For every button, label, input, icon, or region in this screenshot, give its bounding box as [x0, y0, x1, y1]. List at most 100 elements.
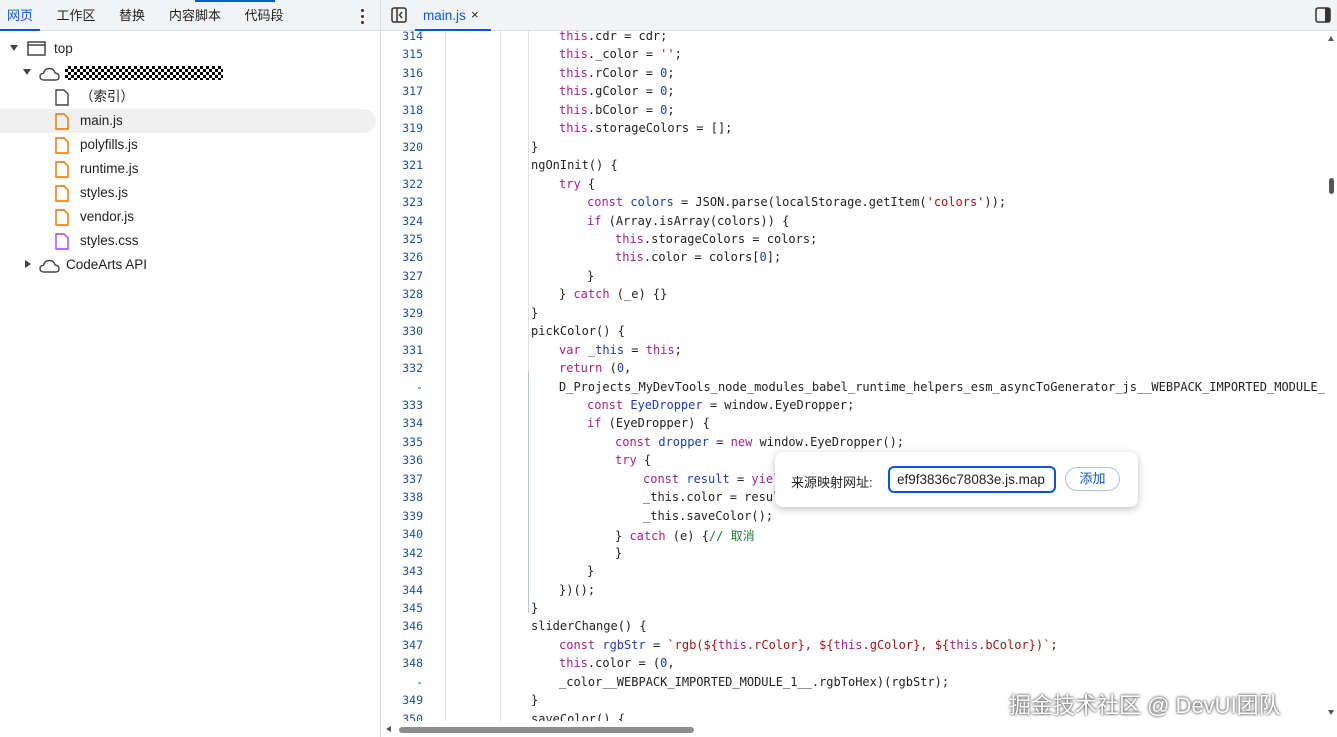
cloud-icon: [39, 67, 60, 81]
scroll-up-icon[interactable]: [1328, 36, 1334, 41]
code-line: }: [615, 545, 623, 560]
line-number: 336: [402, 453, 423, 468]
tree-item-index[interactable]: （索引）: [0, 85, 376, 109]
css-file-icon: [55, 233, 69, 250]
tree-item-vendor-js[interactable]: vendor.js: [0, 205, 376, 229]
line-number: -: [416, 674, 423, 689]
tree-item-origin[interactable]: [0, 61, 376, 85]
tree-item-main-js[interactable]: main.js: [0, 109, 376, 133]
frame-icon: [27, 41, 46, 56]
vertical-scroll-thumb[interactable]: [1329, 178, 1334, 194]
indent-guide: [500, 31, 501, 721]
watermark: 掘金技术社区 @ DevUI团队: [1009, 693, 1281, 718]
toggle-navigator-icon[interactable]: [391, 7, 407, 23]
code-line: this.cdr = cdr;: [559, 31, 668, 43]
line-number: 326: [402, 250, 423, 265]
horizontal-scroll-thumb[interactable]: [399, 727, 694, 733]
tab-content-scripts[interactable]: 内容脚本: [162, 0, 228, 30]
code-line: ngOnInit() {: [531, 158, 618, 173]
cloud-icon: [39, 259, 60, 273]
line-number: 320: [402, 139, 423, 154]
add-button[interactable]: 添加: [1065, 467, 1120, 491]
add-source-map-dialog: 来源映射网址: 添加: [775, 452, 1138, 507]
code-line: if (Array.isArray(colors)) {: [587, 213, 790, 228]
toggle-debugger-icon[interactable]: [1315, 7, 1331, 23]
line-number: 338: [402, 490, 423, 505]
line-number: 324: [402, 213, 423, 228]
tree-item-styles-css[interactable]: styles.css: [0, 229, 376, 253]
tree-label-codearts: CodeArts API: [66, 257, 148, 272]
scroll-left-icon[interactable]: [386, 726, 391, 732]
line-number: 344: [402, 582, 423, 597]
js-file-icon: [55, 113, 69, 130]
tab-snippets[interactable]: 代码段: [238, 0, 290, 30]
expand-arrow-icon[interactable]: [23, 69, 31, 75]
vertical-scrollbar[interactable]: [1325, 31, 1337, 721]
code-line: const rgbStr = `rgb(${this.rColor}, ${th…: [559, 637, 1058, 652]
active-indent-guide: [528, 371, 529, 613]
code-line: const EyeDropper = window.EyeDropper;: [587, 398, 855, 412]
tree-label-file: main.js: [80, 113, 123, 128]
redacted-origin: [65, 66, 223, 80]
document-icon: [55, 89, 69, 106]
horizontal-scrollbar[interactable]: [381, 721, 1325, 737]
line-number: 319: [402, 121, 423, 136]
code-line: }: [531, 693, 539, 708]
js-file-icon: [55, 209, 69, 226]
line-number: 325: [402, 231, 423, 246]
tree-item-top[interactable]: top: [0, 37, 376, 61]
js-file-icon: [55, 137, 69, 154]
line-number: 334: [402, 416, 423, 431]
code-line: pickColor() {: [531, 324, 625, 339]
tree-item-codearts[interactable]: CodeArts API: [0, 253, 376, 277]
editor-tab-main-js[interactable]: main.js ×: [415, 0, 491, 31]
line-number: 328: [402, 287, 423, 302]
line-number: 342: [402, 545, 423, 560]
code-line: this._color = '';: [559, 47, 682, 62]
code-line: try {: [559, 176, 596, 191]
tab-workspace[interactable]: 工作区: [50, 0, 102, 30]
tab-overrides[interactable]: 替换: [112, 0, 152, 30]
line-number: 323: [402, 195, 423, 210]
more-options-icon[interactable]: [352, 6, 372, 26]
line-number: 335: [402, 434, 423, 449]
source-map-url-input[interactable]: [888, 466, 1056, 493]
collapse-arrow-icon[interactable]: [25, 260, 31, 268]
code-line: const colors = JSON.parse(localStorage.g…: [587, 195, 1007, 210]
code-line: this.rColor = 0;: [559, 65, 675, 80]
code-line: } catch (_e) {}: [559, 287, 668, 302]
code-editor-panel: main.js × 314 this.cdr = cdr; 315 this._col…: [381, 0, 1337, 737]
code-content[interactable]: 314 this.cdr = cdr; 315 this._color = ''; 31…: [381, 31, 1325, 721]
line-number: 332: [402, 361, 423, 376]
code-line: _this.color = resul: [643, 490, 781, 505]
tree-label-file: polyfills.js: [80, 137, 138, 152]
code-line: const dropper = new window.EyeDropper();: [615, 434, 905, 449]
code-line: })();: [559, 582, 596, 597]
tree-label-file: styles.css: [80, 233, 139, 248]
line-number: 314: [402, 31, 423, 43]
line-number: 329: [402, 305, 423, 320]
code-line: this.bColor = 0;: [559, 102, 675, 117]
tree-item-polyfills-js[interactable]: polyfills.js: [0, 133, 376, 157]
code-line: this.gColor = 0;: [559, 84, 675, 99]
line-number: 345: [402, 600, 423, 615]
line-number: 348: [402, 656, 423, 671]
tab-page[interactable]: 网页: [0, 0, 40, 31]
scroll-down-icon[interactable]: [1328, 710, 1334, 715]
tree-item-runtime-js[interactable]: runtime.js: [0, 157, 376, 181]
line-number: 316: [402, 65, 423, 80]
line-number: 330: [402, 324, 423, 339]
code-line: _this.saveColor();: [643, 508, 774, 523]
indent-guide: [445, 31, 446, 721]
tree-label-file: runtime.js: [80, 161, 139, 176]
line-number: 315: [402, 47, 423, 62]
tree-label-file: vendor.js: [80, 209, 135, 224]
line-number: 322: [402, 176, 423, 191]
close-tab-icon[interactable]: ×: [471, 7, 479, 22]
code-line: }: [531, 139, 539, 154]
tree-item-styles-js[interactable]: styles.js: [0, 181, 376, 205]
expand-arrow-icon[interactable]: [10, 45, 18, 51]
editor-tab-bar: main.js ×: [381, 0, 1337, 31]
tree-label-file: styles.js: [80, 185, 129, 200]
code-line: this.color = colors[0];: [615, 250, 782, 265]
